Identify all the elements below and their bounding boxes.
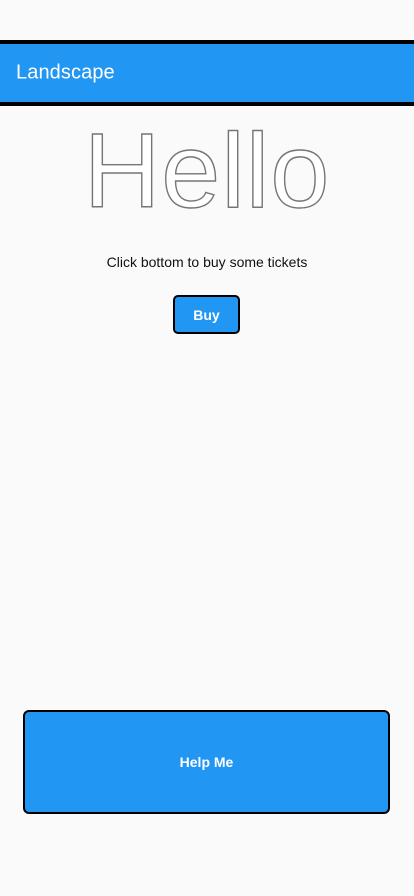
- app-screen: Landscape Hello Click bottom to buy some…: [0, 0, 414, 896]
- buy-button[interactable]: Buy: [173, 295, 240, 334]
- help-me-button[interactable]: Help Me: [23, 710, 390, 814]
- app-bar: Landscape: [0, 40, 414, 106]
- description-text: Click bottom to buy some tickets: [106, 254, 308, 270]
- app-bar-title: Landscape: [16, 61, 115, 84]
- headline: Hello: [83, 111, 331, 230]
